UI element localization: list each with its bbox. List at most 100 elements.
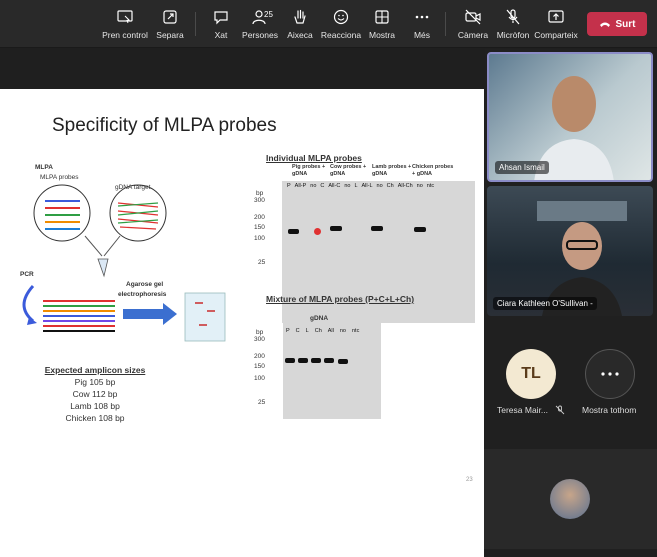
gel2-ladder-100: 100 (254, 375, 265, 382)
share-label: Comparteix (534, 30, 578, 40)
show-all-button[interactable] (585, 349, 635, 399)
lane-label: All-P (294, 183, 307, 189)
gel-band (288, 229, 299, 234)
lane-label: no (416, 183, 423, 189)
chat-label: Xat (214, 30, 228, 40)
mic-off-icon (555, 405, 565, 415)
gel-band (371, 226, 383, 231)
gel2-lane-labels: P C L Ch All no ntc (286, 328, 381, 334)
slide-page-number: 23 (466, 477, 473, 483)
pcr-label: PCR (20, 271, 34, 278)
share-button[interactable]: Comparteix (526, 8, 586, 40)
share-icon (548, 10, 564, 23)
leave-label: Surt (615, 18, 636, 30)
mlpa-label: MLPA (35, 164, 53, 171)
gel2-ladder-200: 200 (254, 353, 265, 360)
show-all-label: Mostra tothom (582, 405, 637, 415)
gel2-ladder-25: 25 (258, 399, 266, 406)
gel1-bp-header: bp (256, 190, 264, 197)
gel2-title: Mixture of MLPA probes (P+C+L+Ch) (266, 294, 415, 304)
participant-name: Ciara Kathleen O'Sullivan - (493, 297, 597, 310)
lane-label: All-L (361, 183, 373, 189)
gel-band (414, 227, 426, 232)
lane-label: L (354, 183, 358, 189)
gel1-ladder-25: 25 (258, 259, 266, 266)
lane-label: P (286, 328, 290, 334)
gel1-title: Individual MLPA probes (266, 153, 362, 163)
lane-label: ntc (426, 183, 435, 189)
gel1-ladder-300: 300 (254, 197, 265, 204)
lane-label: no (344, 183, 351, 189)
amplicon-item: Lamb 108 bp (70, 401, 120, 411)
react-icon (333, 9, 349, 25)
lane-label: no (339, 328, 346, 334)
lane-label: C (295, 328, 300, 334)
gel1-group-chicken: Chicken probes + gDNA (412, 164, 454, 177)
lane-label: Ch (314, 328, 322, 334)
camera-off-icon (465, 9, 481, 25)
gel1-lane-labels: P All-P no C All-C no L All-L no Ch All-… (287, 183, 477, 189)
participant-name: Ahsan Ismail (495, 161, 549, 174)
raise-hand-icon (294, 9, 306, 24)
more-icon (601, 372, 619, 376)
more-label: Més (413, 30, 431, 40)
gel-band (285, 358, 295, 363)
lane-label: C (320, 183, 325, 189)
presentation-slide: Specificity of MLPA probes MLPA MLPA pro… (0, 89, 484, 557)
remote-control-icon (117, 10, 133, 24)
gel2-ladder-150: 150 (254, 363, 265, 370)
gel1-ladder-150: 150 (254, 224, 265, 231)
phone-hangup-icon (599, 22, 610, 27)
gel2-bp-header: bp (256, 329, 264, 336)
amplicon-title: Expected amplicon sizes (44, 365, 146, 375)
amplicon-item: Chicken 108 bp (65, 413, 125, 423)
self-avatar (550, 479, 590, 519)
pcr-products-diagram (22, 284, 226, 342)
pop-out-label: Separa (156, 30, 184, 40)
shared-screen: Specificity of MLPA probes MLPA MLPA pro… (0, 49, 484, 557)
lane-label: All-C (328, 183, 341, 189)
slide-title: Specificity of MLPA probes (52, 115, 277, 136)
chat-icon (214, 11, 228, 25)
meeting-toolbar: Pren control Separa Xat 25 Persones Aixe… (0, 0, 657, 48)
gel-band (330, 226, 342, 231)
amplicon-item: Pig 105 bp (74, 377, 116, 387)
participant-video-tile[interactable]: Ciara Kathleen O'Sullivan - (487, 186, 653, 316)
lane-label: no (376, 183, 383, 189)
gel-band (324, 358, 334, 363)
mlpa-probe-diagram (33, 184, 167, 278)
gel2-ladder-300: 300 (254, 336, 265, 343)
self-view-tile[interactable] (484, 449, 657, 549)
gel1-group-pig: Pig probes + gDNA (292, 164, 326, 177)
lane-label: P (287, 183, 291, 189)
amplicon-item: Cow 112 bp (72, 389, 118, 399)
leave-button[interactable]: Surt (587, 12, 647, 36)
lane-label: All (327, 328, 334, 334)
microphone-label: Micròfon (496, 30, 530, 40)
lane-label: no (310, 183, 317, 189)
lane-label: ntc (352, 328, 360, 334)
pop-out-icon (163, 10, 177, 24)
gel-band (311, 358, 321, 363)
lane-label: Ch (386, 183, 394, 189)
gel1-group-lamb: Lamb probes + gDNA (372, 164, 412, 177)
participant-avatar[interactable]: TL (506, 349, 556, 399)
participants-panel: Ahsan Ismail Ciara Kathleen O'Sullivan -… (484, 49, 657, 550)
gel1-ladder-200: 200 (254, 214, 265, 221)
layout-icon (375, 10, 389, 24)
cursor-marker (314, 228, 321, 235)
gel1-ladder-100: 100 (254, 235, 265, 242)
participant-video-tile[interactable]: Ahsan Ismail (487, 52, 653, 182)
gel1-group-cow: Cow probes + gDNA (330, 164, 367, 177)
raise-hand-label: Aixeca (287, 30, 313, 40)
lane-label: L (305, 328, 309, 334)
gel-band (298, 358, 308, 363)
more-icon (415, 15, 429, 19)
participant-name: Teresa Mair... (497, 405, 549, 415)
gel-band (338, 359, 348, 364)
mic-off-icon (506, 9, 520, 25)
amplicon-sizes: Expected amplicon sizes Pig 105 bp Cow 1… (30, 364, 160, 424)
mlpa-probes-label: MLPA probes (40, 174, 79, 181)
gel2-group-label: gDNA (310, 315, 329, 322)
lane-label: All-Ch (397, 183, 413, 189)
